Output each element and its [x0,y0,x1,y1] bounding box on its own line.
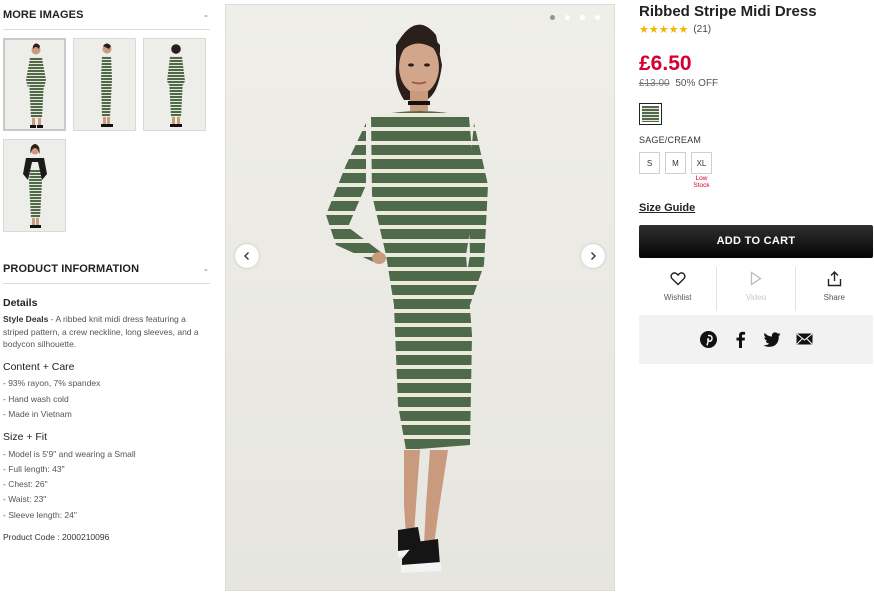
size-line: - Sleeve length: 24" [3,509,77,520]
product-information-header[interactable]: PRODUCT INFORMATION - [3,254,210,284]
wishlist-button[interactable]: Wishlist [639,267,716,311]
thumbnail-grid [3,38,210,232]
wishlist-label: Wishlist [663,292,692,302]
chevron-right-icon [591,252,596,260]
size-line: - Waist: 23" [3,494,47,505]
more-images-header[interactable]: MORE IMAGES - [3,0,210,30]
size-button[interactable]: S [639,152,660,174]
size-button[interactable]: M [665,152,686,174]
content-line: - 93% rayon, 7% spandex [3,378,101,389]
video-label: Video [745,292,767,302]
product-image-gallery[interactable] [225,4,615,591]
next-image-button[interactable] [581,244,605,268]
size-line: - Model is 5'9" and wearing a Small [3,448,136,459]
details-lead: Style Deals [3,314,49,325]
share-icon [827,269,842,289]
content-care-block: Content + Care - 93% rayon, 7% spandex -… [3,360,210,420]
size-option-m[interactable]: M [665,152,686,190]
sale-price: £6.50 [639,52,692,75]
size-fit-block: Size + Fit - Model is 5'9" and wearing a… [3,430,210,521]
product-code: Product Code : 2000210096 [3,532,110,543]
pinterest-icon[interactable] [699,330,717,348]
price-details: £13.00 50% OFF [639,78,873,89]
collapse-icon[interactable]: - [204,262,210,276]
product-rating[interactable]: ★★★★★ (21) [639,23,873,36]
size-option-s[interactable]: S [639,152,660,190]
size-option-xl[interactable]: XL Low Stock [691,152,712,190]
color-swatch-sage-cream[interactable] [639,103,662,125]
thumbnail-jacket[interactable] [3,139,66,232]
share-label: Share [823,292,845,302]
more-images-heading: MORE IMAGES [3,8,84,21]
details-text: Style Deals - A ribbed knit midi dress f… [3,313,210,350]
size-button[interactable]: XL [691,152,712,174]
video-button: Video [716,266,794,311]
product-information-body: Details Style Deals - A ribbed knit midi… [3,284,210,543]
size-fit-heading: Size + Fit [3,431,48,444]
share-button[interactable]: Share [794,266,873,311]
social-share-bar [639,314,873,364]
product-information-section: PRODUCT INFORMATION - Details Style Deal… [3,254,210,543]
email-icon[interactable] [795,330,813,348]
product-details-column: Ribbed Stripe Midi Dress ★★★★★ (21) £6.5… [639,0,873,364]
review-count[interactable]: (21) [693,24,711,35]
thumbnail-front[interactable] [3,38,66,131]
size-line: - Chest: 26" [3,479,48,490]
twitter-icon[interactable] [763,330,781,348]
carousel-dot[interactable] [580,15,585,20]
play-icon [750,269,762,289]
discount-label: 50% OFF [675,78,719,89]
details-heading: Details [3,297,38,309]
product-main-image [226,5,614,590]
chevron-left-icon [244,252,249,260]
carousel-dots [550,15,600,20]
product-actions: Wishlist Video Share [639,266,873,311]
details-block: Details Style Deals - A ribbed knit midi… [3,296,210,350]
selected-color-name: SAGE/CREAM [639,135,702,145]
thumbnail-back[interactable] [143,38,206,131]
carousel-dot[interactable] [550,15,555,20]
content-line: - Hand wash cold [3,393,69,404]
original-price: £13.00 [639,78,670,89]
product-information-heading: PRODUCT INFORMATION [3,262,140,275]
collapse-icon[interactable]: - [204,8,210,22]
product-title: Ribbed Stripe Midi Dress [639,3,817,20]
content-line: - Made in Vietnam [3,409,72,419]
facebook-icon[interactable] [731,330,749,348]
heart-icon [670,269,686,289]
previous-image-button[interactable] [235,244,259,268]
size-guide-link[interactable]: Size Guide [639,202,695,214]
swatch-pattern [642,106,659,122]
star-rating-icon: ★★★★★ [639,24,689,36]
carousel-dot[interactable] [595,15,600,20]
low-stock-label: Low Stock [693,175,710,189]
add-to-cart-button[interactable]: ADD TO CART [639,224,873,258]
left-column: MORE IMAGES - PRODUCT INFORMATION - Deta… [3,0,210,543]
size-selector: S M XL Low Stock [639,152,873,190]
carousel-dot[interactable] [565,15,570,20]
size-line: - Full length: 43" [3,463,65,474]
thumbnail-side[interactable] [73,38,136,131]
content-care-heading: Content + Care [3,361,75,374]
